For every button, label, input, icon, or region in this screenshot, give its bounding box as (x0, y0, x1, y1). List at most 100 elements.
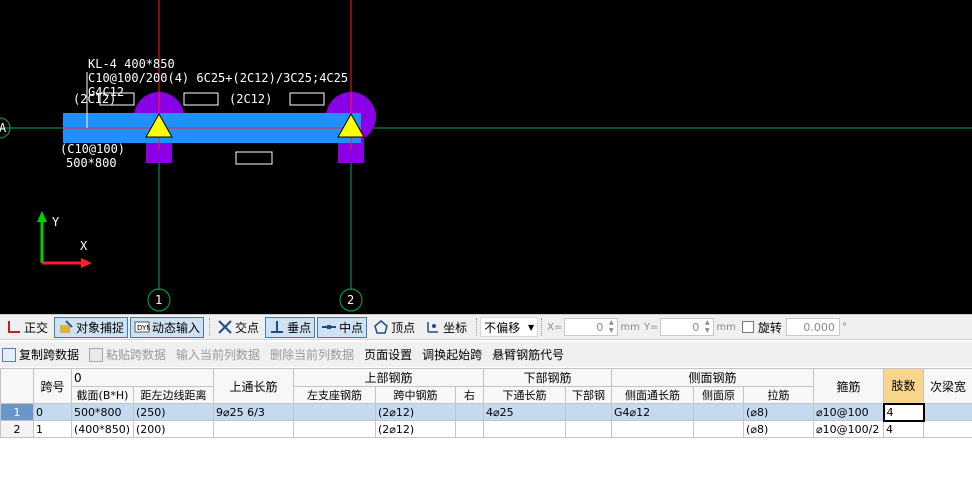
cell-side-through[interactable]: G4⌀12 (611, 403, 695, 421)
cell-tie[interactable]: (⌀8) (743, 420, 815, 438)
object-snap-label: 对象捕捉 (76, 320, 125, 335)
header-section[interactable]: 截面(B*H) (71, 386, 134, 404)
ortho-button[interactable]: 正交 (2, 317, 52, 338)
spin-arrows-icon[interactable]: ▲ ▼ (702, 319, 712, 335)
header-bottom-rebar[interactable]: 下部钢筋 (483, 368, 613, 387)
cell-mid-span[interactable]: (2⌀12) (375, 403, 457, 421)
cantilever-code-button[interactable]: 悬臂钢筋代号 (492, 346, 564, 363)
cell-side-through[interactable] (611, 420, 695, 438)
perpendicular-button[interactable]: 垂点 (265, 316, 316, 338)
midpoint-button[interactable]: 中点 (317, 316, 368, 338)
header-span-no[interactable]: 跨号 (33, 368, 72, 404)
table-row[interactable]: 1 0 500*800 (250) 9⌀25 6/3 (2⌀12) 4⌀25 G… (0, 402, 972, 422)
cell-left-support[interactable] (293, 403, 377, 421)
cell-side-orig[interactable] (693, 420, 745, 438)
snap-icon (58, 319, 74, 335)
cell-stirrup[interactable]: ⌀10@100 (813, 403, 885, 421)
object-snap-button[interactable]: 对象捕捉 (54, 316, 129, 338)
drawing-canvas[interactable]: A 1 2 KL-4 400*850 C10@100/200(4) 6C25+(… (0, 0, 972, 314)
delete-current-label: 删除当前列数据 (270, 348, 355, 362)
header-side-rebar[interactable]: 侧面钢筋 (611, 368, 815, 387)
header-top-rebar[interactable]: 上部钢筋 (293, 368, 485, 387)
header-legs[interactable]: 肢数 (883, 368, 925, 404)
input-current-label: 输入当前列数据 (176, 348, 261, 362)
ucs-y-label: Y (52, 215, 60, 229)
cell-bottom-rebar[interactable] (565, 420, 613, 438)
cell-legs[interactable]: 4 (883, 420, 925, 438)
y-value: 0 (692, 320, 700, 334)
header-side-orig[interactable]: 侧面原 (693, 386, 745, 404)
x-label: X= (547, 321, 563, 333)
header-offset[interactable]: 距左边线距离 (132, 386, 215, 404)
cell-top-through[interactable] (213, 420, 295, 438)
cell-tie[interactable]: (⌀8) (743, 403, 815, 421)
left-top-annotation: (2C12) (73, 92, 116, 106)
cell-offset[interactable]: (200) (132, 420, 215, 438)
page-setup-button[interactable]: 页面设置 (364, 346, 412, 363)
beam-label-rebar: C10@100/200(4) 6C25+(2C12)/3C25;4C25 (88, 71, 348, 85)
delete-current-column-button[interactable]: 删除当前列数据 (270, 346, 354, 363)
coordinate-label: 坐标 (443, 320, 468, 335)
cell-span[interactable]: 1 (33, 420, 72, 438)
copy-span-label: 复制跨数据 (19, 348, 80, 362)
header-bottom-through[interactable]: 下通长筋 (483, 386, 567, 404)
cell-left-support[interactable] (293, 420, 377, 438)
y-coordinate-input[interactable]: 0 ▲ ▼ (660, 318, 715, 336)
midpoint-icon (321, 319, 337, 335)
annotation-box-2[interactable] (183, 92, 219, 106)
header-mid-span[interactable]: 跨中钢筋 (375, 386, 457, 404)
row-number[interactable]: 2 (0, 420, 34, 438)
header-tie[interactable]: 拉筋 (743, 386, 815, 404)
row-number[interactable]: 1 (0, 403, 34, 421)
paste-span-button[interactable]: 粘贴跨数据 (89, 346, 166, 363)
header-bottom-rebar-short[interactable]: 下部钢 (565, 386, 613, 404)
cell-bottom-through[interactable]: 4⌀25 (483, 403, 567, 421)
x-coordinate-input[interactable]: 0 ▲ ▼ (564, 318, 619, 336)
header-left-support[interactable]: 左支座钢筋 (293, 386, 377, 404)
svg-text:DYN: DYN (137, 324, 150, 332)
cell-section[interactable]: (400*850) (71, 420, 134, 438)
dynamic-input-label: 动态输入 (152, 320, 201, 335)
cell-offset[interactable]: (250) (132, 403, 215, 421)
header-stirrup[interactable]: 箍筋 (813, 368, 885, 404)
header-side-through[interactable]: 侧面通长筋 (611, 386, 695, 404)
cell-right[interactable] (455, 403, 485, 421)
rotate-checkbox[interactable] (741, 321, 754, 333)
header-top-through[interactable]: 上通长筋 (213, 368, 295, 404)
cell-bottom-through[interactable] (483, 420, 567, 438)
midpoint-label: 中点 (339, 320, 364, 335)
cell-legs[interactable]: 4 (882, 402, 925, 422)
dynamic-input-button[interactable]: DYN 动态输入 (130, 316, 205, 338)
chevron-down-icon: ▼ (527, 322, 535, 332)
toolbar-separator (541, 318, 543, 336)
cell-secondary[interactable] (923, 420, 972, 438)
cell-mid-span[interactable]: (2⌀12) (375, 420, 457, 438)
paste-icon (89, 347, 104, 362)
rotate-input[interactable]: 0.000 (785, 318, 840, 336)
vertex-button[interactable]: 顶点 (369, 317, 419, 338)
header-secondary[interactable]: 次梁宽 (923, 368, 972, 404)
copy-span-button[interactable]: 复制跨数据 (2, 346, 79, 363)
annotation-box-4[interactable] (235, 151, 273, 165)
x-unit: mm (620, 321, 640, 333)
cell-secondary[interactable] (923, 403, 972, 421)
cell-bottom-rebar[interactable] (565, 403, 613, 421)
input-current-column-button[interactable]: 输入当前列数据 (176, 346, 260, 363)
dynamic-input-icon: DYN (134, 319, 152, 335)
cell-stirrup[interactable]: ⌀10@100/2 (813, 420, 885, 438)
header-right[interactable]: 右 (455, 386, 485, 404)
offset-mode-select[interactable]: 不偏移 ▼ (480, 317, 539, 337)
cell-side-orig[interactable] (693, 403, 745, 421)
intersection-button[interactable]: 交点 (213, 317, 263, 338)
cell-top-through[interactable]: 9⌀25 6/3 (213, 403, 295, 421)
header-partial[interactable]: 0 (70, 368, 215, 387)
cell-section[interactable]: 500*800 (71, 403, 134, 421)
annotation-box-3[interactable] (289, 92, 325, 106)
spin-arrows-icon[interactable]: ▲ ▼ (606, 319, 616, 335)
cell-span[interactable]: 0 (33, 403, 72, 421)
cell-right[interactable] (455, 420, 485, 438)
coordinate-button[interactable]: 坐标 (421, 317, 471, 338)
table-row[interactable]: 2 1 (400*850) (200) (2⌀12) (⌀8) ⌀10@100/… (0, 420, 972, 438)
rotate-value: 0.000 (803, 320, 835, 334)
swap-start-span-button[interactable]: 调换起始跨 (422, 346, 482, 363)
